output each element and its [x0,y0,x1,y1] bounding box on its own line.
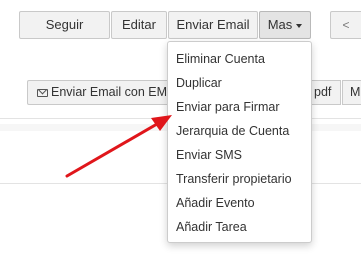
annotation-arrow [65,115,172,178]
